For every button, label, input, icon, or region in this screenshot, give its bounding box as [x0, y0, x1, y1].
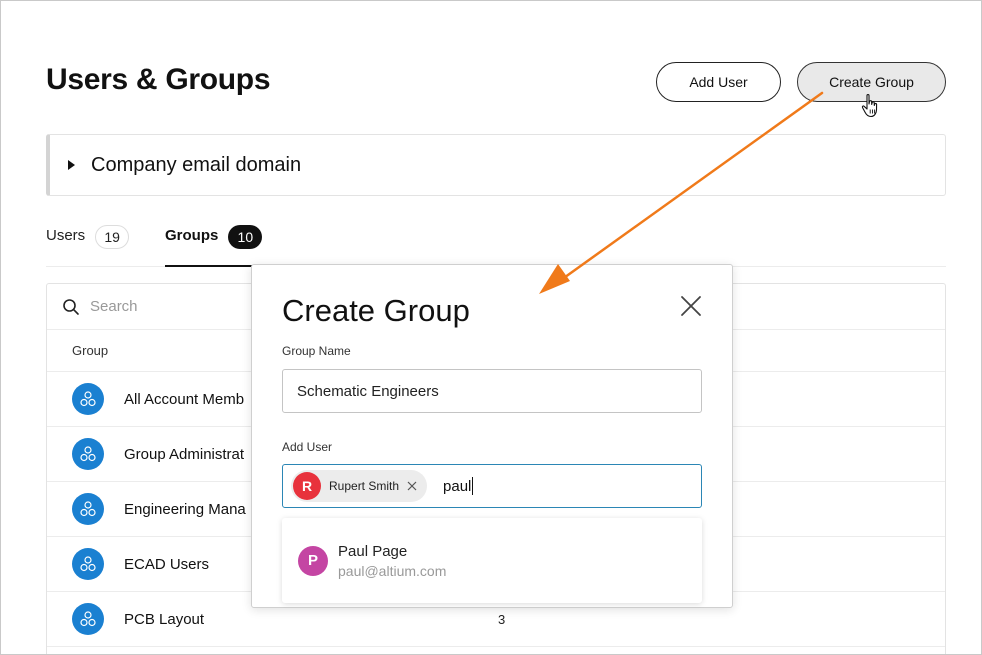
typed-query-text: paul: [443, 477, 472, 495]
tab-groups[interactable]: Groups 10: [165, 225, 263, 267]
close-icon[interactable]: [680, 295, 702, 317]
tab-groups-label: Groups: [165, 227, 219, 244]
tab-groups-count-badge: 10: [228, 225, 263, 249]
create-group-dialog: Create Group Group Name Add User R Ruper…: [251, 264, 733, 608]
typed-query: paul: [443, 477, 474, 495]
avatar: P: [298, 545, 328, 576]
add-user-label: Add User: [282, 440, 333, 454]
avatar: R: [293, 472, 321, 500]
group-name: Group Administrat: [124, 445, 245, 463]
hand-pointer-icon: [861, 94, 878, 118]
group-name-label: Group Name: [282, 344, 351, 358]
group-name: All Account Memb: [124, 390, 245, 408]
group-name-input[interactable]: [282, 369, 702, 413]
group-name: Engineering Mana: [124, 500, 246, 518]
page-title: Users & Groups: [46, 63, 271, 96]
tab-users-count-badge: 19: [95, 225, 130, 249]
group-icon: [72, 548, 104, 580]
group-icon: [72, 603, 104, 635]
suggestion-text: Paul Page paul@altium.com: [338, 543, 446, 579]
x-icon[interactable]: [407, 481, 417, 491]
group-name: ECAD Users: [124, 555, 210, 573]
tab-users[interactable]: Users 19: [46, 225, 130, 267]
selected-user-chip: R Rupert Smith: [291, 470, 428, 502]
tab-users-label: Users: [46, 227, 86, 244]
user-suggestion[interactable]: P Paul Page paul@altium.com: [282, 518, 702, 603]
search-input[interactable]: Search: [90, 298, 138, 315]
suggestion-email: paul@altium.com: [338, 562, 447, 579]
member-count: 3: [498, 611, 506, 627]
dialog-title: Create Group: [282, 293, 470, 328]
company-email-domain-panel[interactable]: Company email domain: [46, 134, 946, 196]
chip-user-name: Rupert Smith: [329, 479, 400, 493]
company-email-domain-label: Company email domain: [91, 153, 302, 176]
group-icon: [72, 383, 104, 415]
app-frame: Users & Groups Add User Create Group Com…: [0, 0, 982, 655]
search-icon: [63, 298, 79, 315]
group-icon: [72, 438, 104, 470]
group-icon: [72, 493, 104, 525]
tab-bar: Users 19 Groups 10: [46, 225, 946, 267]
text-caret: [472, 477, 474, 495]
add-user-input[interactable]: R Rupert Smith paul: [282, 464, 702, 508]
suggestion-name: Paul Page: [338, 542, 408, 560]
group-name: PCB Layout: [124, 610, 205, 628]
caret-right-icon: [68, 160, 75, 170]
add-user-button[interactable]: Add User: [656, 62, 781, 102]
